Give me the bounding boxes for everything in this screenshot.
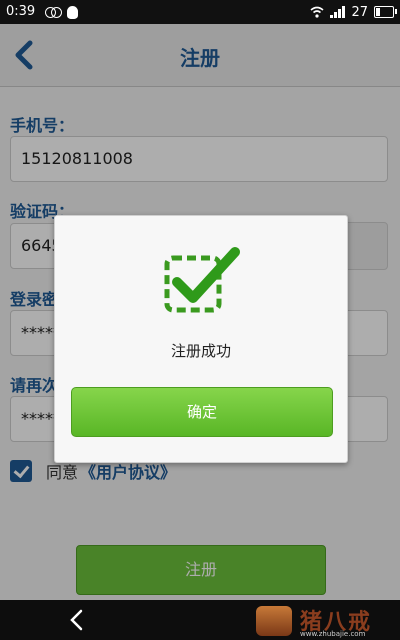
nav-back-icon[interactable] — [66, 608, 88, 632]
dialog-message: 注册成功 — [170, 342, 231, 360]
watermark-logo — [256, 606, 292, 636]
battery-icon — [374, 6, 397, 18]
confirm-button[interactable]: 确定 — [71, 387, 333, 437]
battery-percent: 27 — [351, 4, 368, 20]
signal-icon — [330, 6, 346, 18]
watermark-url: www.zhubajie.com — [300, 630, 366, 638]
wifi-icon — [310, 6, 324, 18]
navigation-bar: 猪八戒 www.zhubajie.com — [0, 600, 400, 640]
status-bar: 0:39 27 — [0, 0, 400, 24]
checkbox-check-icon — [164, 247, 240, 313]
qq-icon — [67, 5, 78, 19]
watermark: 猪八戒 www.zhubajie.com — [252, 602, 392, 638]
status-time: 0:39 — [6, 4, 36, 19]
link-icon — [45, 6, 62, 18]
success-dialog: 注册成功 确定 — [54, 215, 348, 463]
